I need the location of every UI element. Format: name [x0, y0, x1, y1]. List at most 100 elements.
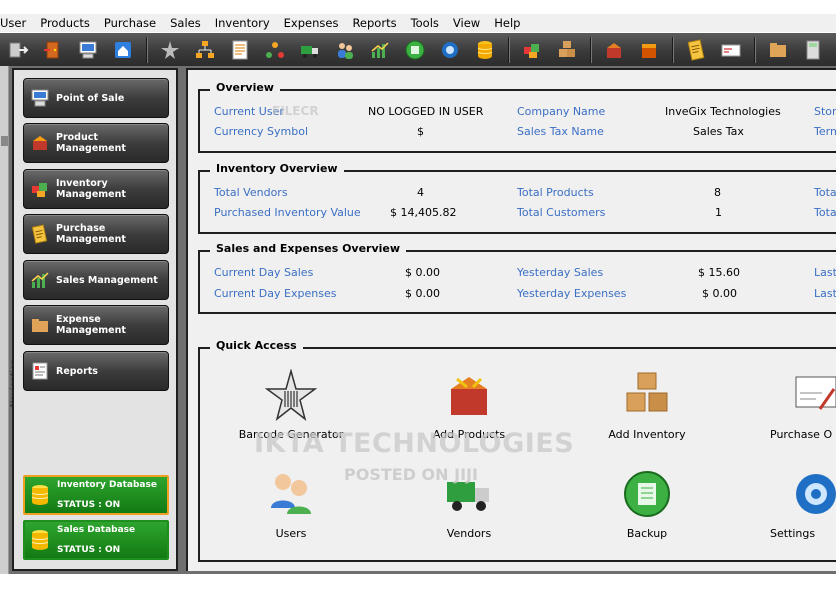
menu-purchase[interactable]: Purchase — [104, 16, 156, 30]
total-label-b: Total — [814, 206, 836, 219]
sidebar-item-point-of-sale[interactable]: Point of Sale — [23, 78, 169, 118]
quick-backup[interactable]: Backup — [592, 468, 702, 540]
total-products-value: 8 — [714, 186, 721, 199]
users-icon — [271, 474, 311, 514]
toolbar-separator — [146, 36, 149, 63]
sidebar-item-reports[interactable]: Reports — [23, 351, 169, 391]
currency-symbol-label: Currency Symbol — [214, 125, 309, 138]
document-list-icon[interactable] — [228, 38, 251, 62]
toolbar-separator — [508, 36, 511, 63]
yesterday-sales-value: $ 15.60 — [698, 266, 740, 279]
sales-chart-icon[interactable] — [368, 38, 391, 62]
inventory-boxes-icon[interactable] — [555, 38, 578, 62]
menu-inventory[interactable]: Inventory — [215, 16, 270, 30]
sales-database-status[interactable]: Sales Database STATUS : ON — [23, 520, 169, 560]
quick-item-label: Vendors — [446, 527, 492, 540]
network-icon[interactable] — [263, 38, 286, 62]
logout-door-icon[interactable] — [41, 38, 64, 62]
barcode-star-icon[interactable] — [158, 38, 181, 62]
quick-item-label: Backup — [626, 527, 668, 540]
menu-user[interactable]: User — [0, 16, 26, 30]
users-icon[interactable] — [333, 38, 356, 62]
inventory-overview-title: Inventory Overview — [210, 162, 344, 175]
total-label-a: Total — [814, 186, 836, 199]
sidebar-item-sales-management[interactable]: Sales Management — [23, 260, 169, 300]
menu-reports[interactable]: Reports — [352, 16, 396, 30]
inventory-boxes-icon — [626, 372, 668, 412]
backup-icon — [624, 471, 670, 517]
menu-expenses[interactable]: Expenses — [284, 16, 339, 30]
dashboard-panel: Overview Current User NO LOGGED IN USER … — [186, 68, 836, 571]
database-icon[interactable] — [473, 38, 496, 62]
org-chart-icon[interactable] — [193, 38, 216, 62]
cheque-icon[interactable] — [719, 38, 742, 62]
sales-tax-name-value: Sales Tax — [693, 125, 744, 138]
purchased-inventory-value: $ 14,405.82 — [390, 206, 457, 219]
menu-tools[interactable]: Tools — [411, 16, 439, 30]
box-folder-icon[interactable] — [766, 38, 789, 62]
overview-title: Overview — [210, 81, 280, 94]
current-day-sales-label: Current Day Sales — [214, 266, 314, 279]
menu-help[interactable]: Help — [494, 16, 520, 30]
inventory-database-status[interactable]: Inventory Database STATUS : ON — [23, 475, 169, 515]
quick-purchase-order[interactable]: Purchase O — [770, 369, 836, 441]
yesterday-expenses-value: $ 0.00 — [702, 287, 737, 300]
sidebar-item-label: Reports — [56, 365, 98, 377]
sidebar-item-label: Sales Management — [56, 274, 158, 286]
products-icon[interactable] — [520, 38, 543, 62]
menu-products[interactable]: Products — [40, 16, 90, 30]
menu-view[interactable]: View — [453, 16, 480, 30]
backup-icon[interactable] — [403, 38, 426, 62]
sidebar: Point of Sale Product Management Invento… — [12, 68, 178, 571]
total-products-label: Total Products — [517, 186, 594, 199]
quick-users[interactable]: Users — [236, 468, 346, 540]
pos-terminal-icon — [31, 89, 49, 107]
current-day-expenses-value: $ 0.00 — [405, 287, 440, 300]
quick-settings[interactable]: Settings — [770, 468, 836, 540]
exit-icon[interactable] — [6, 38, 29, 62]
current-day-expenses-label: Current Day Expenses — [214, 287, 337, 300]
purchase-order-icon — [795, 376, 836, 410]
calculator-icon[interactable] — [801, 38, 824, 62]
pos-terminal-icon[interactable] — [76, 38, 99, 62]
watermark-subtitle: POSTED ON JIJI — [344, 465, 478, 484]
sidebar-item-product-management[interactable]: Product Management — [23, 123, 169, 163]
inventory-overview-group: Inventory Overview Total Vendors 4 Total… — [198, 162, 836, 234]
database-icon — [31, 530, 49, 550]
company-name-value: InveGix Technologies — [665, 105, 781, 118]
grip-icon[interactable] — [1, 136, 8, 146]
settings-gear-icon[interactable] — [438, 38, 461, 62]
terms-label: Term — [814, 125, 836, 138]
current-user-value: NO LOGGED IN USER — [368, 105, 484, 118]
quick-add-inventory[interactable]: Add Inventory — [592, 369, 702, 441]
database-status: STATUS : ON — [57, 545, 121, 555]
sales-chart-icon — [31, 272, 49, 288]
quick-access-title: Quick Access — [210, 339, 303, 352]
add-box-icon[interactable] — [637, 38, 660, 62]
sidebar-item-purchase-management[interactable]: Purchase Management — [23, 214, 169, 254]
sidebar-item-label: Product Management — [56, 132, 126, 154]
open-box-icon[interactable] — [602, 38, 625, 62]
settings-gear-icon — [796, 474, 836, 514]
purchased-inventory-value-label: Purchased Inventory Value — [214, 206, 361, 219]
barcode-star-icon — [264, 368, 318, 421]
purchase-order-icon[interactable] — [684, 38, 707, 62]
sidebar-item-expense-management[interactable]: Expense Management — [23, 305, 169, 345]
sales-expenses-overview-group: Sales and Expenses Overview Current Day … — [198, 242, 836, 314]
menu-sales[interactable]: Sales — [170, 16, 201, 30]
delivery-truck-icon[interactable] — [298, 38, 321, 62]
yesterday-expenses-label: Yesterday Expenses — [517, 287, 627, 300]
expense-folder-icon — [32, 319, 48, 332]
home-icon[interactable] — [111, 38, 134, 62]
toolbar — [0, 33, 836, 66]
sidebar-item-inventory-management[interactable]: Inventory Management — [23, 169, 169, 209]
navigation-strip[interactable]: Navigation — [0, 66, 19, 574]
overview-group: Overview Current User NO LOGGED IN USER … — [198, 81, 836, 153]
database-status: STATUS : ON — [57, 500, 121, 510]
report-document-icon — [32, 362, 48, 380]
yesterday-sales-label: Yesterday Sales — [517, 266, 604, 279]
database-icon — [31, 485, 49, 505]
toolbar-separator — [590, 36, 593, 63]
total-vendors-label: Total Vendors — [214, 186, 288, 199]
quick-item-label: Add Inventory — [608, 428, 686, 441]
